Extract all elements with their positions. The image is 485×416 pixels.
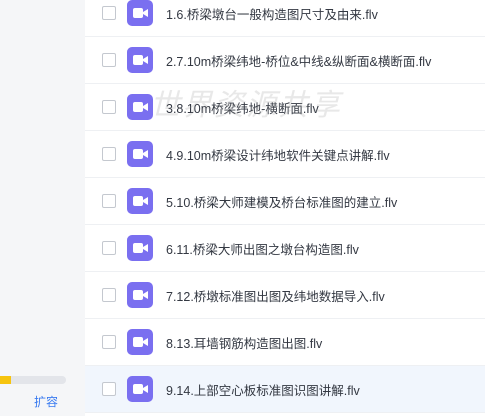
video-file-icon — [127, 235, 153, 261]
file-name[interactable]: 2.7.10m桥梁纬地-桥位&中线&纵断面&横断面.flv — [166, 51, 431, 70]
file-name[interactable]: 8.13.耳墙钢筋构造图出图.flv — [166, 333, 322, 352]
file-select-checkbox[interactable] — [102, 335, 116, 349]
file-row[interactable]: 5.10.桥梁大师建模及桥台标准图的建立.flv — [85, 178, 485, 225]
expand-storage-link[interactable]: 扩容 — [34, 393, 58, 410]
file-select-checkbox[interactable] — [102, 147, 116, 161]
file-select-checkbox[interactable] — [102, 241, 116, 255]
file-list: 1.6.桥梁墩台一般构造图尺寸及由来.flv 2.7.10m桥梁纬地-桥位&中线&… — [85, 0, 485, 413]
file-name[interactable]: 4.9.10m桥梁设计纬地软件关键点讲解.flv — [166, 145, 390, 164]
file-row[interactable]: 8.13.耳墙钢筋构造图出图.flv — [85, 319, 485, 366]
file-name[interactable]: 3.8.10m桥梁纬地-横断面.flv — [166, 98, 319, 117]
video-file-icon — [127, 282, 153, 308]
file-row[interactable]: 9.14.上部空心板标准图识图讲解.flv — [85, 366, 485, 413]
video-file-icon — [127, 47, 153, 73]
file-select-checkbox[interactable] — [102, 194, 116, 208]
file-name[interactable]: 7.12.桥墩标准图出图及纬地数据导入.flv — [166, 286, 385, 305]
file-row[interactable]: 3.8.10m桥梁纬地-横断面.flv — [85, 84, 485, 131]
file-name[interactable]: 5.10.桥梁大师建模及桥台标准图的建立.flv — [166, 192, 397, 211]
file-row[interactable]: 2.7.10m桥梁纬地-桥位&中线&纵断面&横断面.flv — [85, 37, 485, 84]
video-file-icon — [127, 329, 153, 355]
file-name[interactable]: 6.11.桥梁大师出图之墩台构造图.flv — [166, 239, 359, 258]
video-file-icon — [127, 0, 153, 26]
video-file-icon — [127, 141, 153, 167]
storage-usage-fill — [0, 376, 12, 384]
file-select-checkbox[interactable] — [102, 382, 116, 396]
storage-usage-bar — [0, 376, 66, 384]
file-row[interactable]: 1.6.桥梁墩台一般构造图尺寸及由来.flv — [85, 0, 485, 37]
video-file-icon — [127, 188, 153, 214]
sidebar: 扩容 — [0, 0, 85, 416]
video-file-icon — [127, 376, 153, 402]
video-file-icon — [127, 94, 153, 120]
file-row[interactable]: 7.12.桥墩标准图出图及纬地数据导入.flv — [85, 272, 485, 319]
file-name[interactable]: 1.6.桥梁墩台一般构造图尺寸及由来.flv — [166, 4, 378, 23]
file-select-checkbox[interactable] — [102, 53, 116, 67]
file-name[interactable]: 9.14.上部空心板标准图识图讲解.flv — [166, 380, 360, 399]
file-select-checkbox[interactable] — [102, 288, 116, 302]
file-row[interactable]: 4.9.10m桥梁设计纬地软件关键点讲解.flv — [85, 131, 485, 178]
cloud-drive-window: 扩容 1.6.桥梁墩台一般构造图尺寸及由来.flv 2.7.10m桥梁纬地-桥位&… — [0, 0, 485, 416]
file-select-checkbox[interactable] — [102, 6, 116, 20]
file-row[interactable]: 6.11.桥梁大师出图之墩台构造图.flv — [85, 225, 485, 272]
file-select-checkbox[interactable] — [102, 100, 116, 114]
